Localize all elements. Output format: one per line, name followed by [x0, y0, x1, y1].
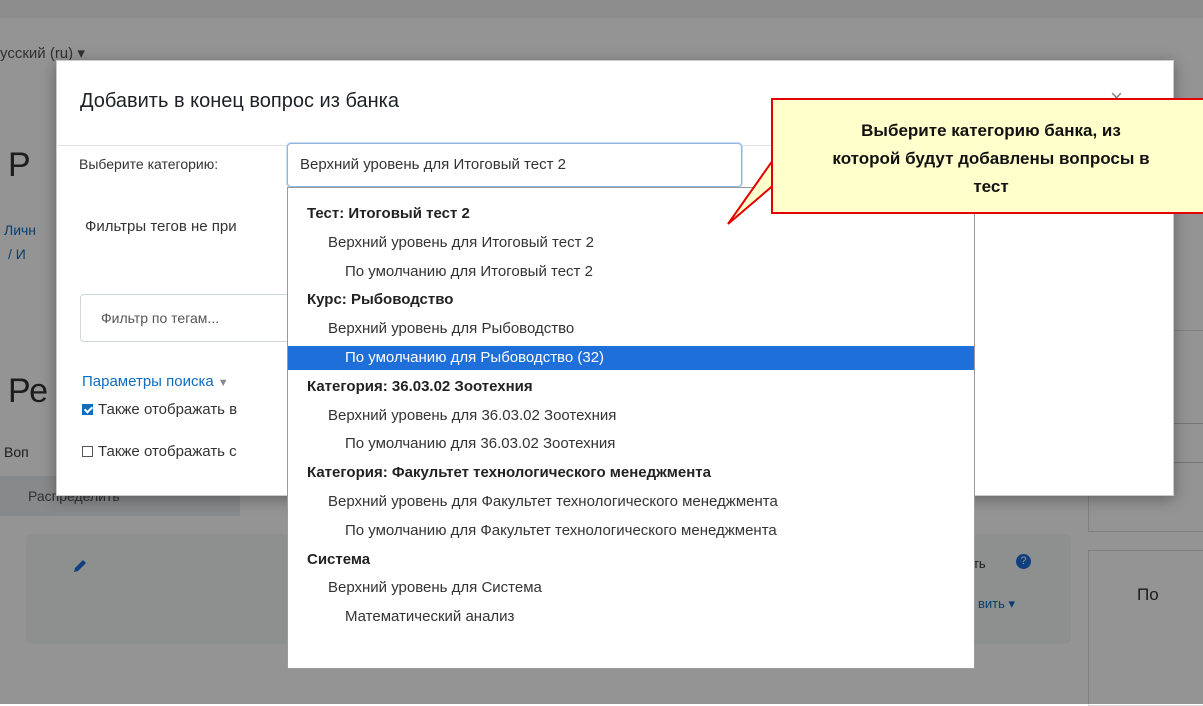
- option-show-subcategories[interactable]: Также отображать в: [82, 401, 237, 418]
- dropdown-group-header: Система: [307, 550, 371, 568]
- modal-title: Добавить в конец вопрос из банка: [80, 90, 399, 112]
- dropdown-option[interactable]: Верхний уровень для Факультет технологич…: [288, 490, 974, 514]
- callout-text: Выберите категорию банка, из которой буд…: [773, 117, 1203, 201]
- option-show-old[interactable]: Также отображать с: [82, 443, 237, 460]
- category-dropdown-list[interactable]: Тест: Итоговый тест 2 Верхний уровень для…: [287, 187, 975, 669]
- category-select[interactable]: Верхний уровень для Итоговый тест 2: [287, 143, 742, 187]
- dropdown-option[interactable]: Верхний уровень для Рыбоводство: [288, 317, 974, 341]
- tag-filters-note: Фильтры тегов не при: [85, 218, 237, 235]
- search-params-label: Параметры поиска: [82, 373, 214, 390]
- hint-callout: Выберите категорию банка, из которой буд…: [771, 98, 1203, 214]
- tag-filter-input[interactable]: Фильтр по тегам...: [80, 294, 290, 342]
- dropdown-option[interactable]: Верхний уровень для Система: [288, 576, 974, 600]
- callout-line-1: Выберите категорию банка, из: [861, 121, 1121, 140]
- checkbox-checked-icon[interactable]: [82, 404, 93, 415]
- dropdown-option[interactable]: Верхний уровень для 36.03.02 Зоотехния: [288, 404, 974, 428]
- callout-line-2: которой будут добавлены вопросы в: [832, 149, 1150, 168]
- dropdown-option[interactable]: По умолчанию для Факультет технологическ…: [288, 519, 974, 543]
- dropdown-group-header: Категория: Факультет технологического ме…: [307, 464, 711, 482]
- dropdown-option[interactable]: Верхний уровень для Итоговый тест 2: [288, 231, 974, 255]
- dropdown-group-header: Курс: Рыбоводство: [307, 291, 454, 309]
- search-params-toggle[interactable]: Параметры поиска ▼: [82, 373, 229, 390]
- dropdown-option[interactable]: По умолчанию для 36.03.02 Зоотехния: [288, 432, 974, 456]
- option-2-label: Также отображать с: [98, 443, 237, 460]
- chevron-down-icon: ▼: [217, 377, 229, 389]
- dropdown-group-header: Категория: 36.03.02 Зоотехния: [307, 377, 533, 395]
- dropdown-option[interactable]: По умолчанию для Рыбоводство (32): [288, 346, 974, 370]
- option-1-label: Также отображать в: [98, 401, 238, 418]
- dropdown-option[interactable]: Математический анализ: [288, 605, 974, 629]
- category-label: Выберите категорию:: [79, 156, 219, 172]
- dropdown-option[interactable]: По умолчанию для Итоговый тест 2: [288, 260, 974, 284]
- callout-line-3: тест: [973, 177, 1009, 196]
- checkbox-icon[interactable]: [82, 446, 93, 457]
